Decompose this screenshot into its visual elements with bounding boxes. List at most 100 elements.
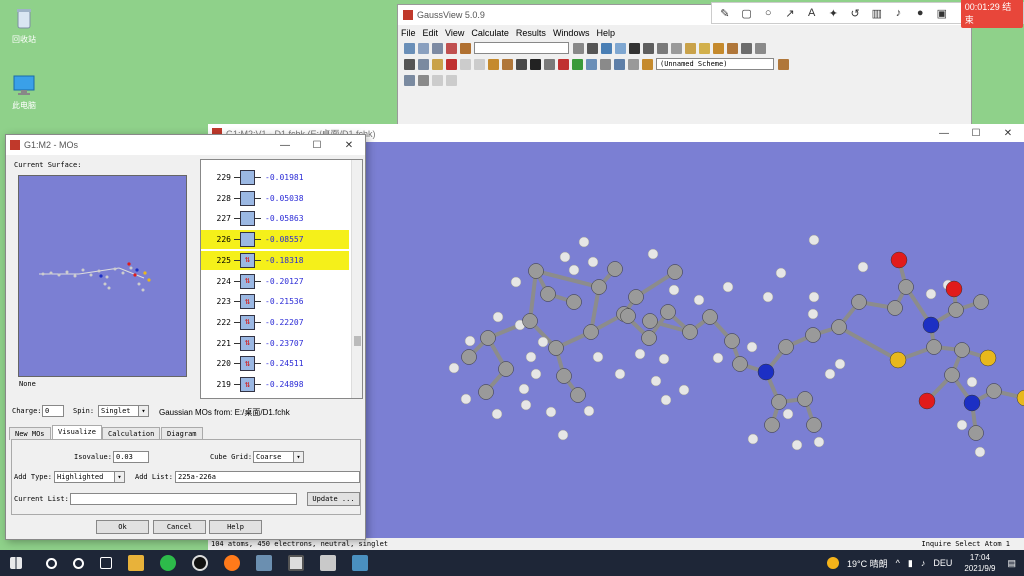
carbon-atom[interactable] — [682, 324, 698, 340]
app-icon[interactable] — [256, 555, 272, 571]
carbon-atom[interactable] — [540, 286, 556, 302]
paste-icon[interactable] — [432, 58, 443, 70]
toolbar-button-icon[interactable] — [404, 74, 415, 86]
hydrogen-atom[interactable] — [813, 436, 825, 448]
hydrogen-atom[interactable] — [650, 375, 662, 387]
hydrogen-atom[interactable] — [722, 281, 734, 293]
hydrogen-atom[interactable] — [925, 288, 937, 300]
maximize-button[interactable]: ☐ — [960, 128, 992, 139]
mo-row[interactable]: 221 ⇅ -0.23707 — [201, 334, 349, 353]
hydrogen-atom[interactable] — [647, 248, 659, 260]
hydrogen-atom[interactable] — [658, 353, 670, 365]
gaussview-taskbar-icon[interactable] — [288, 555, 304, 571]
network-icon[interactable]: ▮ — [908, 558, 913, 569]
mo-list-scrollbar[interactable] — [351, 160, 362, 398]
toolbar-button-icon[interactable] — [741, 42, 752, 54]
carbon-atom[interactable] — [591, 279, 607, 295]
hydrogen-atom[interactable] — [660, 394, 672, 406]
camera-icon[interactable]: ▣ — [935, 6, 949, 20]
add-list-field[interactable]: 225a-226a — [175, 471, 360, 483]
toolbar-button-icon[interactable] — [755, 42, 766, 54]
windows-start-icon[interactable] — [10, 557, 22, 569]
menu-help[interactable]: Help — [596, 28, 615, 38]
hydrogen-atom[interactable] — [491, 408, 503, 420]
toolbar-button-icon[interactable] — [657, 42, 668, 54]
carbon-atom[interactable] — [724, 333, 740, 349]
microphone-icon[interactable]: ● — [913, 6, 927, 20]
carbon-atom[interactable] — [702, 309, 718, 325]
app-icon[interactable] — [320, 555, 336, 571]
carbon-atom[interactable] — [556, 368, 572, 384]
firefox-icon[interactable] — [224, 555, 240, 571]
hydrogen-atom[interactable] — [587, 256, 599, 268]
circle-icon[interactable]: ○ — [761, 6, 775, 20]
help-button[interactable]: Help — [209, 520, 262, 534]
toolbar-button-icon[interactable] — [586, 58, 597, 70]
toolbar-button-icon[interactable] — [418, 42, 429, 54]
nitrogen-atom[interactable] — [963, 394, 981, 412]
desktop-icon-this-pc[interactable]: 此电脑 — [0, 72, 48, 111]
hydrogen-atom[interactable] — [518, 383, 530, 395]
toolbar-button-icon[interactable] — [587, 42, 598, 54]
minimize-button[interactable]: — — [269, 140, 301, 151]
pen-icon[interactable]: ✎ — [718, 6, 732, 20]
chevron-up-icon[interactable]: ^ — [896, 558, 900, 568]
hydrogen-atom[interactable] — [537, 336, 549, 348]
hydrogen-atom[interactable] — [824, 368, 836, 380]
hydrogen-atom[interactable] — [448, 362, 460, 374]
hydrogen-atom[interactable] — [525, 351, 537, 363]
mo-row[interactable]: 227 -0.05863 — [201, 209, 349, 228]
maximize-button[interactable]: ☐ — [301, 140, 333, 151]
update-button[interactable]: Update ... — [307, 492, 360, 506]
hydrogen-atom[interactable] — [568, 264, 580, 276]
hydrogen-atom[interactable] — [974, 446, 986, 458]
toolbar-button-icon[interactable] — [628, 58, 639, 70]
hydrogen-atom[interactable] — [557, 429, 569, 441]
toolbar-button-icon[interactable] — [446, 42, 457, 54]
carbon-atom[interactable] — [667, 264, 683, 280]
carbon-atom[interactable] — [660, 304, 676, 320]
carbon-atom[interactable] — [797, 391, 813, 407]
search-icon[interactable] — [46, 557, 57, 569]
hydrogen-atom[interactable] — [808, 234, 820, 246]
toolbar-button-icon[interactable] — [572, 58, 583, 70]
weather-text[interactable]: 19°C 晴朗 — [847, 557, 888, 570]
hydrogen-atom[interactable] — [520, 399, 532, 411]
menu-view[interactable]: View — [445, 28, 464, 38]
delete-icon[interactable] — [446, 58, 457, 70]
mo-row[interactable]: 220 ⇅ -0.24511 — [201, 354, 349, 373]
carbon-atom[interactable] — [461, 349, 477, 365]
hydrogen-atom[interactable] — [464, 335, 476, 347]
hydrogen-atom[interactable] — [510, 276, 522, 288]
hydrogen-atom[interactable] — [668, 284, 680, 296]
carbon-atom[interactable] — [732, 356, 748, 372]
cut-icon[interactable] — [404, 58, 415, 70]
carbon-atom[interactable] — [478, 384, 494, 400]
menu-results[interactable]: Results — [516, 28, 546, 38]
clock[interactable]: 17:04 2021/9/9 — [964, 552, 995, 574]
carbon-atom[interactable] — [764, 417, 780, 433]
carbon-atom[interactable] — [831, 319, 847, 335]
text-icon[interactable]: A — [805, 6, 819, 20]
copy-icon[interactable] — [418, 58, 429, 70]
hydrogen-atom[interactable] — [834, 358, 846, 370]
toolbar-search-field[interactable] — [474, 42, 569, 54]
carbon-atom[interactable] — [778, 339, 794, 355]
toolbar-button-icon[interactable] — [671, 42, 682, 54]
redo-icon[interactable] — [474, 58, 485, 70]
hydrogen-atom[interactable] — [808, 291, 820, 303]
toolbar-button-icon[interactable] — [727, 42, 738, 54]
mo-row[interactable]: 223 ⇅ -0.21536 — [201, 292, 349, 311]
carbon-atom[interactable] — [480, 330, 496, 346]
forward-icon[interactable] — [446, 74, 457, 86]
undo-icon[interactable]: ↺ — [848, 6, 862, 20]
carbon-atom[interactable] — [887, 300, 903, 316]
menu-edit[interactable]: Edit — [423, 28, 439, 38]
hydrogen-atom[interactable] — [762, 291, 774, 303]
carbon-atom[interactable] — [607, 261, 623, 277]
carbon-atom[interactable] — [570, 387, 586, 403]
ok-button[interactable]: Ok — [96, 520, 149, 534]
hydrogen-atom[interactable] — [712, 352, 724, 364]
carbon-atom[interactable] — [968, 425, 984, 441]
rectangle-icon[interactable]: ▢ — [740, 6, 754, 20]
